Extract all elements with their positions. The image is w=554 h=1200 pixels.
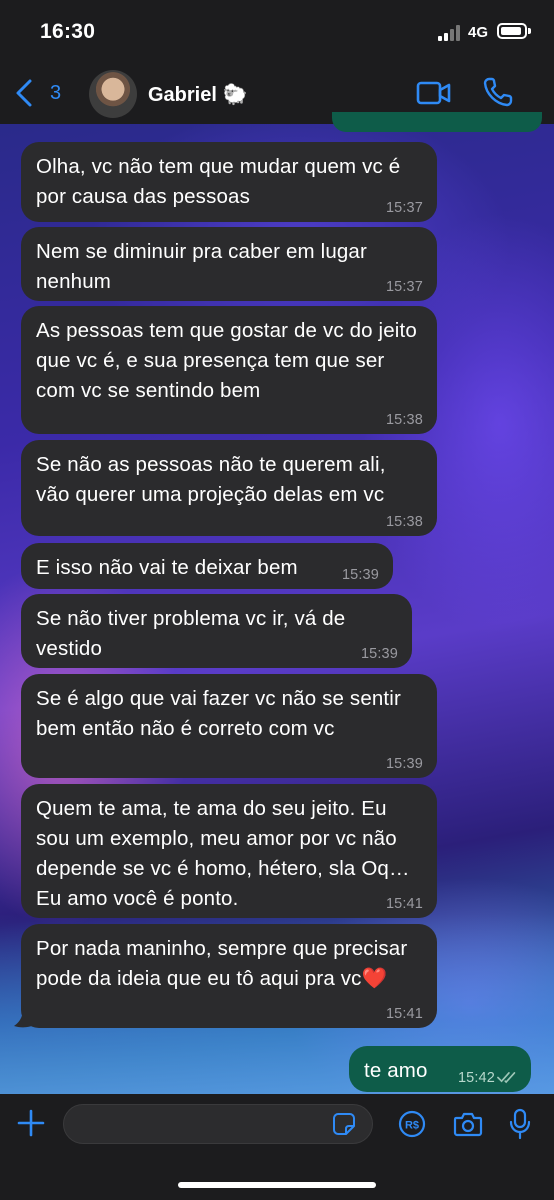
message-time: 15:39 [385,756,423,772]
message-bubble[interactable]: Nem se diminuir pra caber em lugar nenhu… [21,227,437,301]
message-text: Se não tiver problema vc ir, vá de vesti… [36,607,346,660]
message-bubble[interactable]: Se não tiver problema vc ir, vá de vesti… [21,594,412,668]
message-text: E isso não vai te deixar bem [36,556,298,579]
message-text: Olha, vc não tem que mudar quem vc é por… [36,155,401,208]
message-time: 15:39 [360,646,398,662]
battery-icon [497,23,531,39]
chevron-left-icon [16,79,32,107]
message-bubble[interactable]: E isso não vai te deixar bem 15:39 [21,543,393,589]
message-input[interactable] [63,1104,373,1144]
previous-message-bubble [332,112,542,132]
read-receipt-icon [497,1072,516,1084]
svg-text:R$: R$ [405,1120,419,1132]
video-camera-icon[interactable] [416,78,452,108]
message-bubble[interactable]: Se é algo que vai fazer vc não se sentir… [21,674,437,778]
message-bubble[interactable]: Se não as pessoas não te querem ali, vão… [21,440,437,536]
message-bubble[interactable]: Quem te ama, te ama do seu jeito. Eu sou… [21,784,437,918]
back-count: 3 [50,81,62,104]
camera-icon[interactable] [453,1111,483,1137]
message-time: 15:38 [385,412,423,428]
contact-name[interactable]: Gabriel 🐑 [148,82,247,107]
message-text: Se é algo que vai fazer vc não se sentir… [36,687,401,740]
message-time: 15:41 [385,896,423,912]
message-time: 15:39 [341,567,379,583]
avatar[interactable] [89,70,137,118]
message-text: te amo [364,1059,428,1082]
network-type: 4G [468,24,489,41]
message-bubble[interactable]: As pessoas tem que gostar de vc do jeito… [21,306,437,434]
status-time: 16:30 [40,20,96,43]
message-bubble[interactable]: Por nada maninho, sempre que precisar po… [21,924,437,1028]
message-text: Quem te ama, te ama do seu jeito. Eu sou… [36,797,410,910]
microphone-icon[interactable] [509,1108,531,1140]
status-bar: 16:30 4G [0,0,554,62]
back-button[interactable]: 3 [14,76,61,110]
plus-icon[interactable] [16,1108,46,1138]
message-time-value: 15:42 [457,1070,495,1086]
message-bubble[interactable]: Olha, vc não tem que mudar quem vc é por… [21,142,437,222]
message-bubble-outgoing[interactable]: te amo 15:42 [349,1046,531,1092]
message-text: As pessoas tem que gostar de vc do jeito… [36,319,417,402]
home-indicator[interactable] [178,1182,376,1188]
message-time: 15:37 [385,279,423,295]
message-time: 15:38 [385,514,423,530]
message-text: Se não as pessoas não te querem ali, vão… [36,453,386,506]
message-time: 15:41 [385,1006,423,1022]
sticker-icon[interactable] [332,1112,356,1136]
phone-icon[interactable] [482,76,514,108]
message-time: 15:42 [458,1070,495,1086]
payment-icon[interactable]: R$ [398,1110,426,1138]
message-input-bar: R$ [0,1094,554,1200]
message-text: Nem se diminuir pra caber em lugar nenhu… [36,240,367,293]
message-time: 15:37 [385,200,423,216]
bubble-tail [14,1006,36,1028]
cellular-signal-icon [438,25,466,41]
message-text: Por nada maninho, sempre que precisar po… [36,937,408,990]
